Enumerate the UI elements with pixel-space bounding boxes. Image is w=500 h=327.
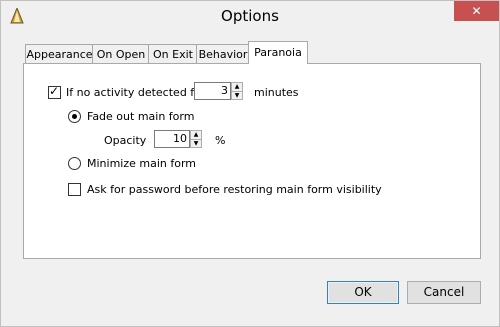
- opacity-spinner[interactable]: ▲ ▼: [190, 130, 202, 148]
- check-icon: ✓: [49, 84, 60, 98]
- tab-appearance[interactable]: Appearance: [25, 44, 94, 64]
- inactivity-minutes-input[interactable]: 3: [194, 82, 231, 100]
- tab-label: On Open: [96, 48, 146, 61]
- fade-radio[interactable]: [68, 110, 81, 123]
- tab-on-exit[interactable]: On Exit: [148, 44, 198, 64]
- inactivity-spinner[interactable]: ▲ ▼: [231, 82, 243, 100]
- opacity-label: Opacity: [104, 134, 147, 147]
- options-window: Options ✕ Appearance On Open On Exit Beh…: [0, 0, 500, 327]
- close-button[interactable]: ✕: [454, 1, 499, 21]
- close-icon: ✕: [471, 4, 482, 18]
- password-checkbox[interactable]: [68, 183, 81, 196]
- tab-label: On Exit: [153, 48, 193, 61]
- cancel-button[interactable]: Cancel: [407, 281, 481, 304]
- tab-label: Appearance: [26, 48, 93, 61]
- tab-on-open[interactable]: On Open: [92, 44, 150, 64]
- tab-behavior[interactable]: Behavior: [196, 44, 250, 64]
- window-title: Options: [221, 7, 279, 25]
- inactivity-unit: minutes: [254, 86, 299, 99]
- title-bar[interactable]: Options ✕: [1, 1, 499, 32]
- tab-label: Behavior: [198, 48, 248, 61]
- inactivity-checkbox[interactable]: ✓: [48, 84, 61, 99]
- minimize-radio[interactable]: [68, 157, 81, 170]
- password-label: Ask for password before restoring main f…: [87, 183, 382, 196]
- spin-down-icon[interactable]: ▼: [232, 92, 242, 100]
- opacity-input[interactable]: 10: [154, 130, 190, 148]
- fade-label: Fade out main form: [87, 110, 195, 123]
- radio-dot-icon: [72, 114, 77, 119]
- spin-up-icon[interactable]: ▲: [232, 83, 242, 92]
- spin-down-icon[interactable]: ▼: [191, 140, 201, 148]
- spin-up-icon[interactable]: ▲: [191, 131, 201, 140]
- ok-button[interactable]: OK: [327, 281, 399, 304]
- tab-label: Paranoia: [254, 46, 302, 59]
- minimize-label: Minimize main form: [87, 157, 197, 170]
- paranoia-panel: ✓ If no activity detected for 3 ▲ ▼ minu…: [23, 63, 481, 259]
- opacity-unit: %: [215, 134, 226, 147]
- tab-paranoia[interactable]: Paranoia: [248, 41, 308, 64]
- inactivity-label: If no activity detected for: [66, 86, 206, 99]
